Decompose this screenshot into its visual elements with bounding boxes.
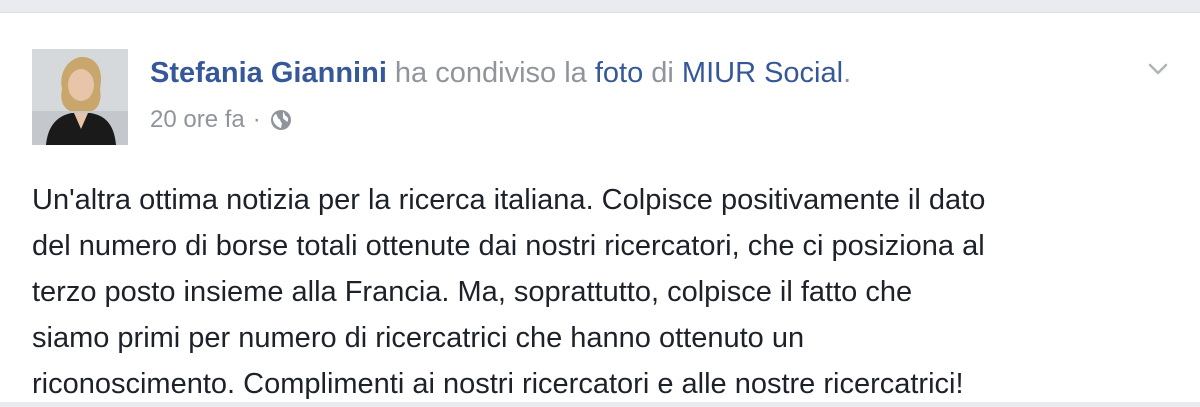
photo-link[interactable]: foto [595, 57, 643, 89]
post-body-line: Un'altra ottima notizia per la ricerca i… [32, 184, 986, 216]
timestamp-link[interactable]: 20 ore fa [150, 103, 245, 137]
meta-separator: · [252, 106, 261, 133]
profile-photo [32, 49, 128, 145]
chevron-down-icon[interactable] [1144, 55, 1172, 83]
post-card: Stefania Giannini ha condiviso la foto d… [0, 12, 1200, 402]
post-body-line: siamo primi per numero di ricercatrici c… [32, 322, 805, 354]
author-name-link[interactable]: Stefania Giannini [150, 57, 387, 89]
post-body-line: terzo posto insieme alla Francia. Ma, so… [32, 276, 913, 308]
post-header: Stefania Giannini ha condiviso la foto d… [150, 53, 851, 93]
post-body-line: riconoscimento. Complimenti ai nostri ri… [32, 368, 964, 400]
shared-text-end: . [843, 57, 852, 89]
page-name-link[interactable]: MIUR Social [682, 57, 843, 89]
post-body-line: del numero di borse totali ottenute dai … [32, 230, 985, 262]
avatar[interactable] [32, 49, 128, 145]
globe-icon[interactable] [269, 108, 293, 132]
post-meta: 20 ore fa · [150, 103, 293, 137]
shared-text-of: di [643, 57, 682, 89]
post-body: Un'altra ottima notizia per la ricerca i… [32, 177, 1182, 407]
shared-text: ha condiviso la [386, 57, 595, 89]
